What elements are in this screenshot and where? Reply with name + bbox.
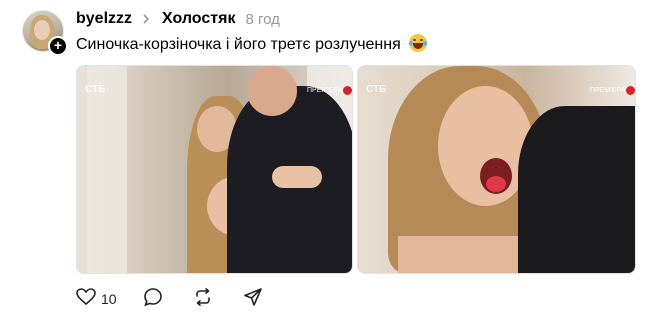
channel-dot-icon — [343, 86, 352, 95]
action-bar: 10 — [76, 287, 263, 312]
heart-icon — [76, 287, 96, 311]
community-link[interactable]: Холостяк — [162, 10, 235, 28]
repost-button[interactable] — [193, 287, 213, 312]
chevron-right-icon — [140, 12, 154, 26]
channel-logo: СТБ — [85, 84, 106, 95]
tears-of-joy-emoji-icon — [409, 34, 428, 52]
like-count: 10 — [101, 291, 117, 307]
comment-icon — [143, 287, 163, 312]
username-link[interactable]: byelzzz — [76, 10, 132, 28]
premiere-badge: ПРЕМ'ЄРА — [307, 87, 343, 94]
repost-icon — [193, 287, 213, 312]
send-icon — [243, 287, 263, 312]
kiss-photo[interactable]: СТБ ПРЕМ'ЄРА — [76, 65, 353, 274]
post-text: Синочка-корзіночка і його третє розлучен… — [76, 34, 428, 54]
like-button[interactable]: 10 — [76, 287, 117, 311]
laughing-woman-photo[interactable]: СТБ ПРЕМ'ЄРА — [357, 65, 636, 274]
post-header: byelzzz Холостяк 8 год — [76, 8, 280, 30]
post-body: Синочка-корзіночка і його третє розлучен… — [76, 36, 401, 53]
channel-logo: СТБ — [366, 84, 387, 95]
share-button[interactable] — [243, 287, 263, 312]
post-time: 8 год — [245, 10, 280, 28]
follow-plus-icon[interactable]: + — [48, 36, 68, 56]
channel-dot-icon — [626, 86, 635, 95]
reply-button[interactable] — [143, 287, 163, 312]
avatar[interactable]: + — [22, 10, 68, 56]
premiere-badge: ПРЕМ'ЄРА — [590, 87, 626, 94]
